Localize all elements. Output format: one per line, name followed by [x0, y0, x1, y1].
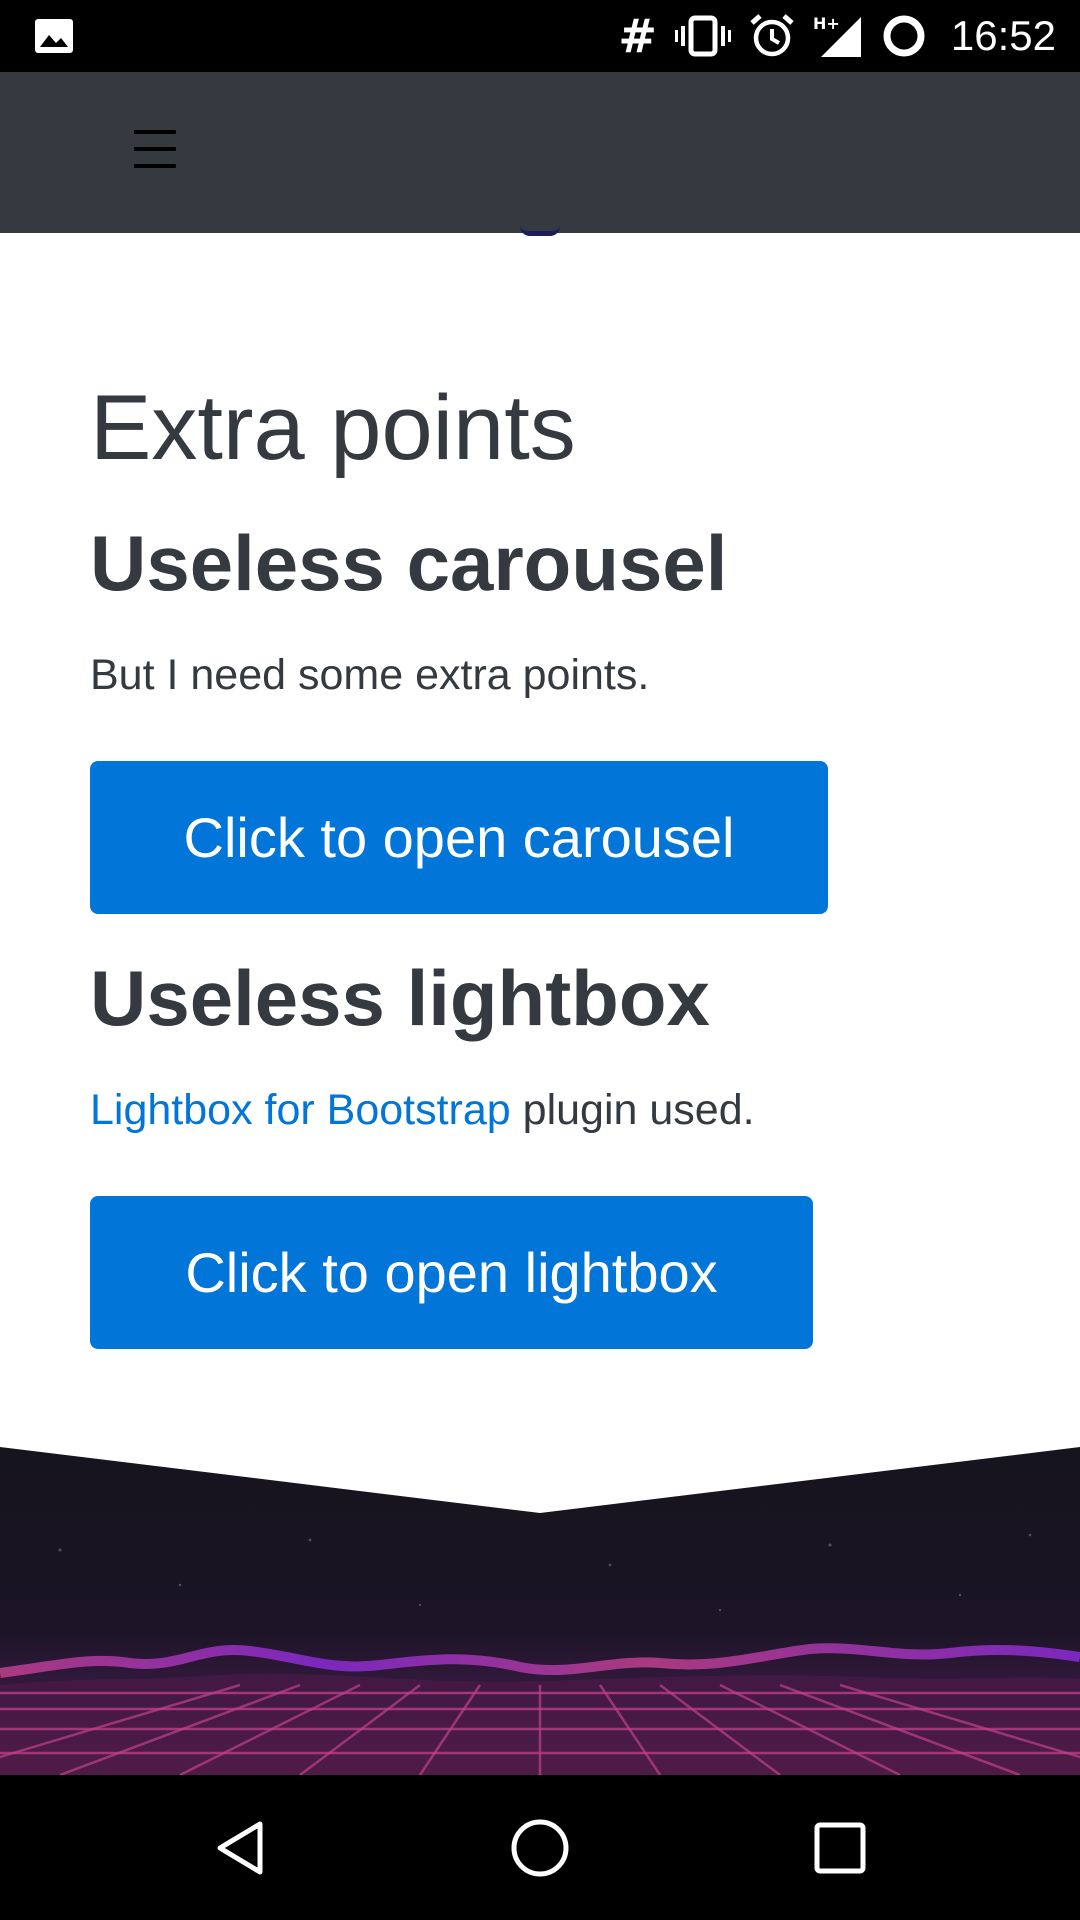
home-icon[interactable]: [470, 1775, 610, 1920]
recents-icon[interactable]: [770, 1775, 910, 1920]
hamburger-menu-icon[interactable]: [130, 124, 184, 174]
system-nav-bar: [0, 1775, 1080, 1920]
status-bar: # H+ 16:52: [0, 0, 1080, 72]
lightbox-heading: Useless lightbox: [90, 954, 710, 1042]
open-carousel-button[interactable]: Click to open carousel: [90, 761, 828, 914]
open-lightbox-button[interactable]: Click to open lightbox: [90, 1196, 813, 1349]
signal-hplus-icon: H+: [813, 14, 861, 57]
alarm-icon: [750, 14, 794, 57]
lightbox-description: Lightbox for Bootstrap plugin used.: [90, 1080, 755, 1140]
lightbox-bootstrap-link[interactable]: Lightbox for Bootstrap: [90, 1086, 511, 1134]
carousel-heading: Useless carousel: [90, 519, 728, 607]
sync-circle-icon: [883, 15, 925, 57]
lightbox-description-suffix: plugin used.: [510, 1086, 755, 1134]
page-title: Extra points: [90, 377, 576, 479]
back-icon[interactable]: [170, 1775, 310, 1920]
svg-text:H+: H+: [813, 14, 840, 33]
logo-edge: [520, 226, 560, 236]
image-icon: [35, 19, 73, 53]
navbar: [0, 72, 1080, 233]
hash-icon: #: [618, 9, 657, 63]
vibrate-icon: [674, 15, 731, 57]
carousel-description: But I need some extra points.: [90, 651, 650, 699]
clock: 16:52: [950, 12, 1056, 59]
footer-synthwave-background: [0, 1445, 1080, 1775]
